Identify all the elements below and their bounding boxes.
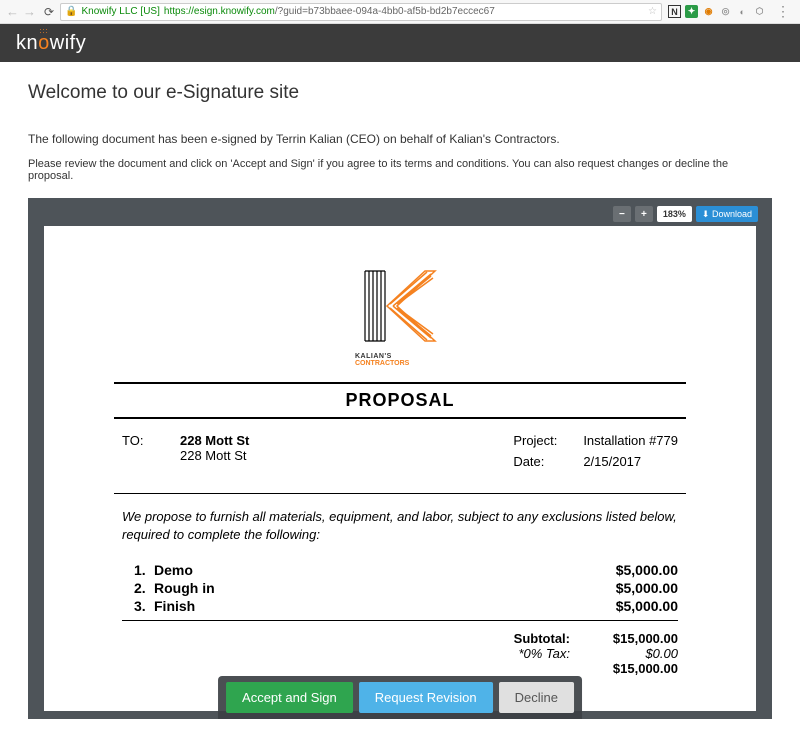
line-item: 2. Rough in $5,000.00 (122, 580, 678, 596)
project-label: Project: (513, 433, 569, 448)
k-logo-icon (355, 266, 445, 346)
document-intro: We propose to furnish all materials, equ… (114, 494, 686, 562)
extension-n-icon[interactable]: N (668, 5, 681, 18)
line-item: 1. Demo $5,000.00 (122, 562, 678, 578)
info-project-date: Project: Installation #779 Date: 2/15/20… (513, 433, 678, 475)
document-frame[interactable]: KALIAN'S CONTRACTORS PROPOSAL TO: 228 Mo… (36, 206, 764, 711)
ssl-company: Knowify LLC [US] (82, 6, 160, 17)
page-title: Welcome to our e-Signature site (28, 82, 772, 104)
nav-arrows: ← → (6, 4, 36, 19)
document-info: TO: 228 Mott St 228 Mott St Project: Ins… (114, 419, 686, 493)
lock-icon: 🔒 (65, 6, 77, 17)
extension-camera-icon[interactable]: ◐ (736, 5, 749, 18)
accept-sign-button[interactable]: Accept and Sign (226, 682, 353, 713)
address-bar[interactable]: 🔒 Knowify LLC [US] https://esign.knowify… (60, 3, 662, 21)
date-label: Date: (513, 454, 569, 469)
bookmark-star-icon[interactable]: ☆ (648, 6, 657, 17)
totals: Subtotal: $15,000.00 *0% Tax: $0.00 $15,… (114, 621, 686, 676)
line-item: 3. Finish $5,000.00 (122, 598, 678, 614)
extension-grey-icon[interactable]: ◎ (719, 5, 732, 18)
contractor-logo-text: KALIAN'S CONTRACTORS (355, 353, 445, 367)
total-row: $15,000.00 (122, 661, 678, 676)
app-header: knowify (0, 24, 800, 62)
extension-wp-icon[interactable]: ✦ (685, 5, 698, 18)
date-value: 2/15/2017 (583, 454, 641, 469)
forward-icon[interactable]: → (23, 4, 36, 19)
viewer-toolbar: − + 183% ⬇ Download (613, 206, 758, 222)
zoom-in-button[interactable]: + (635, 206, 653, 222)
action-bar: Accept and Sign Request Revision Decline (218, 676, 582, 719)
document-title: PROPOSAL (114, 384, 686, 417)
to-label: TO: (122, 433, 166, 475)
request-revision-button[interactable]: Request Revision (359, 682, 493, 713)
line-items: 1. Demo $5,000.00 2. Rough in $5,000.00 … (114, 562, 686, 614)
document-viewer: − + 183% ⬇ Download (28, 198, 772, 719)
zoom-out-button[interactable]: − (613, 206, 631, 222)
extension-orange-icon[interactable]: ◉ (702, 5, 715, 18)
decline-button[interactable]: Decline (499, 682, 574, 713)
subtotal-row: Subtotal: $15,000.00 (122, 631, 678, 646)
browser-menu-icon[interactable]: ⋮ (772, 3, 794, 20)
back-icon[interactable]: ← (6, 4, 19, 19)
knowify-logo: knowify (16, 32, 86, 55)
tax-row: *0% Tax: $0.00 (122, 646, 678, 661)
extension-aperture-icon[interactable]: ⬡ (753, 5, 766, 18)
to-line2: 228 Mott St (180, 448, 249, 463)
contractor-logo: KALIAN'S CONTRACTORS (114, 266, 686, 366)
to-line1: 228 Mott St (180, 433, 249, 448)
project-value: Installation #779 (583, 433, 678, 448)
zoom-level: 183% (657, 206, 692, 222)
intro-instructions: Please review the document and click on … (28, 158, 772, 182)
intro-signed-by: The following document has been e-signed… (28, 132, 772, 146)
document-page: KALIAN'S CONTRACTORS PROPOSAL TO: 228 Mo… (44, 226, 756, 711)
page-content: Welcome to our e-Signature site The foll… (0, 62, 800, 719)
url: https://esign.knowify.com/?guid=b73bbaee… (164, 6, 495, 17)
info-to: TO: 228 Mott St 228 Mott St (122, 433, 473, 475)
download-button[interactable]: ⬇ Download (696, 206, 758, 222)
browser-chrome: ← → ⟳ 🔒 Knowify LLC [US] https://esign.k… (0, 0, 800, 24)
reload-icon[interactable]: ⟳ (44, 5, 54, 19)
extension-icons: N ✦ ◉ ◎ ◐ ⬡ (668, 5, 766, 18)
